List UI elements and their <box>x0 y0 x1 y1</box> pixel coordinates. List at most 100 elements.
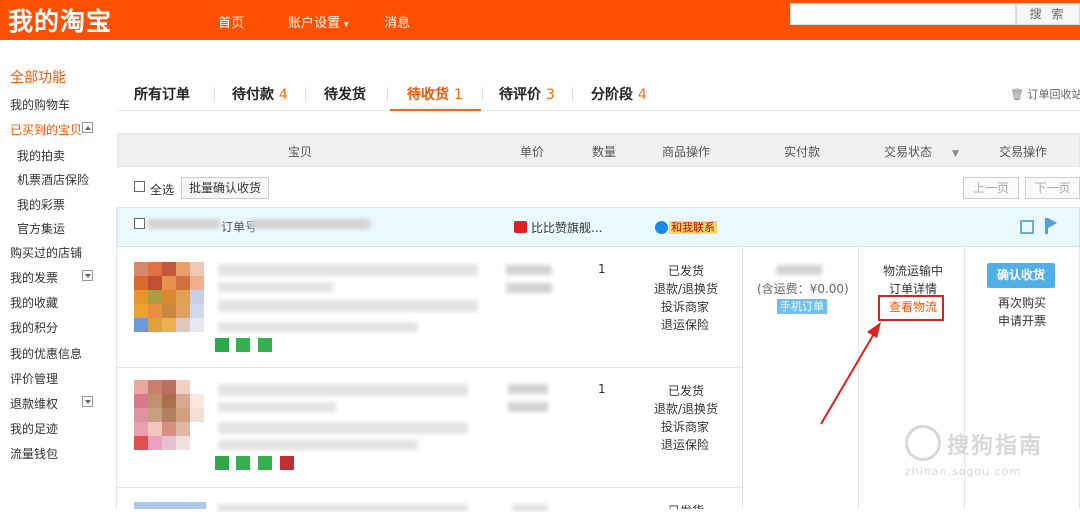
item-status-shipped: 已发货 <box>668 264 705 278</box>
tab-label: 待收货 <box>407 87 449 103</box>
next-page-button[interactable]: 下一页 <box>1025 177 1080 199</box>
nav-account-settings-label: 账户设置 <box>288 16 341 31</box>
top-bar: 我的淘宝 首页 账户设置 ▾ 消息 搜 索 <box>0 0 1080 40</box>
column-header-status[interactable]: 交易状态 ▼ <box>884 143 959 160</box>
sidebar-item-invoice[interactable]: 我的发票 <box>10 269 58 286</box>
sidebar-all-functions[interactable]: 全部功能 <box>10 67 66 87</box>
sidebar-item-travel[interactable]: 机票酒店保险 <box>17 171 89 188</box>
redacted-price <box>512 504 548 512</box>
tab-label: 待评价 <box>499 87 541 103</box>
sidebar-item-cart[interactable]: 我的购物车 <box>10 96 70 113</box>
service-badge-icon <box>236 338 250 352</box>
apply-invoice-link[interactable]: 申请开票 <box>998 312 1046 329</box>
buy-again-link[interactable]: 再次购买 <box>998 294 1046 311</box>
view-logistics-link[interactable]: 查看物流 <box>889 298 937 315</box>
nav-messages[interactable]: 消息 <box>384 12 410 31</box>
redacted-price <box>506 283 552 293</box>
divider <box>117 487 743 488</box>
trash-icon: 🗑 <box>1010 88 1024 101</box>
redacted-price <box>508 384 548 394</box>
divider <box>214 87 215 101</box>
search-input[interactable] <box>790 3 1016 25</box>
item-status-shipped: 已发货 <box>668 502 704 509</box>
annotation-arrow-icon <box>820 322 881 425</box>
seven-day-return-icon <box>215 456 229 470</box>
column-header-quantity: 数量 <box>592 145 617 159</box>
redacted-sku <box>218 422 468 434</box>
mobile-order-badge: 手机订单 <box>777 299 827 314</box>
sidebar-item-purchased[interactable]: 已买到的宝贝 <box>10 121 82 138</box>
sidebar-item-reviews[interactable]: 评价管理 <box>10 370 58 387</box>
tab-pending-receipt[interactable]: 待收货 1 <box>407 84 463 104</box>
divider <box>482 87 483 101</box>
tab-count: 4 <box>637 87 647 103</box>
tab-pending-shipment[interactable]: 待发货 <box>324 84 366 104</box>
complain-link[interactable]: 投诉商家 <box>661 298 709 315</box>
nav-account-settings[interactable]: 账户设置 ▾ <box>288 12 349 31</box>
sidebar-item-auction[interactable]: 我的拍卖 <box>17 147 65 164</box>
sidebar-item-refunds[interactable]: 退款维权 <box>10 395 58 412</box>
expand-icon[interactable] <box>82 270 93 281</box>
logo[interactable]: 我的淘宝 <box>8 2 112 38</box>
redacted-paid-amount <box>776 265 822 275</box>
service-badge-icon <box>215 338 229 352</box>
search-button[interactable]: 搜 索 <box>1016 3 1080 25</box>
select-all-checkbox[interactable] <box>134 181 145 192</box>
refund-link[interactable]: 退款/退换货 <box>654 400 718 417</box>
tab-count: 1 <box>453 87 463 103</box>
tab-pending-payment[interactable]: 待付款 4 <box>232 84 288 104</box>
return-insurance-link[interactable]: 退运保险 <box>661 436 709 453</box>
tab-all-orders[interactable]: 所有订单 <box>134 84 190 104</box>
sidebar-item-lottery[interactable]: 我的彩票 <box>17 196 65 213</box>
shop-name-link[interactable]: 比比赞旗舰... <box>531 219 602 236</box>
product-thumbnail[interactable] <box>134 262 204 334</box>
sidebar-item-favorites[interactable]: 我的收藏 <box>10 294 58 311</box>
tab-staged[interactable]: 分阶段 4 <box>591 84 647 104</box>
service-badge-icon <box>236 456 250 470</box>
sidebar-item-footprints[interactable]: 我的足迹 <box>10 420 58 437</box>
divider <box>117 367 743 368</box>
quantity-value: 1 <box>598 382 606 396</box>
redacted-sku <box>218 300 478 312</box>
select-all-label: 全选 <box>150 183 175 197</box>
sidebar-item-shipping[interactable]: 官方集运 <box>17 220 65 237</box>
share-icon[interactable] <box>1020 220 1034 234</box>
column-header-trade-actions: 交易操作 <box>999 145 1048 159</box>
batch-confirm-button[interactable]: 批量确认收货 <box>181 177 269 199</box>
redacted-product-title <box>218 402 336 412</box>
watermark-logo-icon <box>905 425 941 461</box>
order-checkbox[interactable] <box>134 218 145 229</box>
sidebar-item-shops[interactable]: 购买过的店铺 <box>10 244 82 261</box>
product-thumbnail[interactable] <box>134 502 206 509</box>
column-header-status-label: 交易状态 <box>884 145 933 159</box>
service-badge-icon <box>280 456 294 470</box>
redacted-product-title <box>218 264 478 276</box>
product-thumbnail[interactable] <box>134 380 204 452</box>
authentic-badge-icon <box>258 456 272 470</box>
sidebar-item-data-wallet[interactable]: 流量钱包 <box>10 445 58 462</box>
return-insurance-link[interactable]: 退运保险 <box>661 316 709 333</box>
tab-label: 所有订单 <box>134 87 190 103</box>
tab-label: 待发货 <box>324 87 366 103</box>
prev-page-button[interactable]: 上一页 <box>963 177 1019 199</box>
redacted-order-number <box>250 219 370 229</box>
nav-home[interactable]: 首页 <box>218 12 244 31</box>
watermark-text: 搜狗指南 <box>947 434 1044 459</box>
tab-count: 3 <box>545 87 555 103</box>
collapse-icon[interactable] <box>82 122 93 133</box>
sidebar-item-coupons[interactable]: 我的优惠信息 <box>10 345 82 362</box>
service-badge-icon <box>258 338 272 352</box>
divider <box>305 87 306 101</box>
refund-link[interactable]: 退款/退换货 <box>654 280 718 297</box>
expand-icon[interactable] <box>82 396 93 407</box>
chevron-down-icon: ▾ <box>344 20 349 30</box>
sidebar-item-points[interactable]: 我的积分 <box>10 319 58 336</box>
confirm-receipt-button[interactable]: 确认收货 <box>987 263 1055 288</box>
tab-pending-review[interactable]: 待评价 3 <box>499 84 555 104</box>
redacted-price <box>508 402 548 412</box>
chevron-down-icon: ▼ <box>952 149 959 159</box>
contact-seller-link[interactable]: 和我联系 <box>669 221 717 234</box>
order-recycle-link[interactable]: 🗑 订单回收站 <box>1010 86 1080 102</box>
quantity-value: 1 <box>598 262 606 276</box>
complain-link[interactable]: 投诉商家 <box>661 418 709 435</box>
